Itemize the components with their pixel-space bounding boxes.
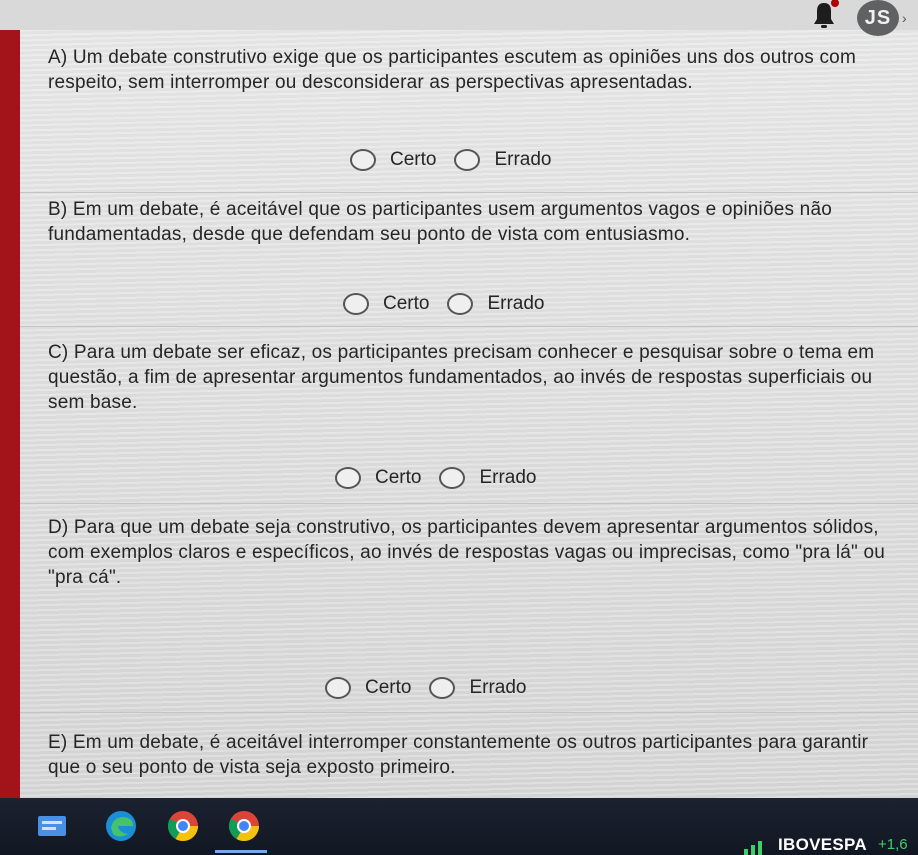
option-label: Errado (494, 149, 552, 170)
question-e-text: E) Em um debate, é aceitável interromper… (48, 732, 869, 778)
ibovespa-ticker-label[interactable]: IBOVESPA (778, 835, 867, 855)
option-label: Certo (383, 293, 430, 314)
quiz-page: JS › A) Um debate construtivo exige que … (0, 0, 918, 798)
option-label: Errado (487, 293, 545, 314)
radio-button[interactable] (350, 149, 376, 171)
question-b-option-certo[interactable]: Certo (343, 293, 429, 315)
chrome-browser-active-icon[interactable] (226, 808, 262, 844)
question-a-text: A) Um debate construtivo exige que os pa… (48, 47, 856, 93)
user-avatar[interactable]: JS (857, 0, 899, 36)
ibovespa-ticker-value: +1,6 (878, 836, 908, 853)
option-label: Certo (390, 149, 437, 170)
red-side-panel (0, 30, 20, 798)
top-bar (0, 0, 918, 30)
question-a-options: Certo Errado (350, 145, 570, 175)
question-d-option-errado[interactable]: Errado (429, 677, 527, 699)
option-label: Certo (375, 467, 422, 488)
option-label: Errado (479, 467, 537, 488)
question-c-text: C) Para um debate ser eficaz, os partici… (48, 342, 875, 413)
radio-button[interactable] (447, 293, 474, 315)
question-b-option-errado[interactable]: Errado (447, 293, 545, 315)
news-app-icon[interactable] (34, 808, 70, 844)
chrome-browser-icon[interactable] (165, 808, 201, 844)
question-c-option-certo[interactable]: Certo (335, 467, 421, 489)
option-label: Errado (469, 677, 527, 698)
option-label: Certo (365, 677, 412, 698)
radio-button[interactable] (429, 677, 456, 699)
stock-chart-icon (744, 841, 762, 855)
divider (20, 326, 918, 327)
radio-button[interactable] (439, 467, 466, 489)
radio-button[interactable] (454, 149, 481, 171)
divider (20, 712, 918, 713)
question-d-options: Certo Errado (325, 673, 545, 703)
question-b-text: B) Em um debate, é aceitável que os part… (48, 199, 832, 245)
edge-browser-icon[interactable] (103, 808, 139, 844)
active-app-indicator (215, 850, 267, 853)
question-d-text: D) Para que um debate seja construtivo, … (48, 517, 886, 588)
radio-button[interactable] (343, 293, 369, 315)
question-d-option-certo[interactable]: Certo (325, 677, 411, 699)
notification-bell-icon[interactable] (808, 0, 840, 30)
question-a-option-errado[interactable]: Errado (454, 149, 552, 171)
question-a-option-certo[interactable]: Certo (350, 149, 436, 171)
user-initials: JS (864, 6, 892, 29)
question-c-options: Certo Errado (335, 463, 555, 493)
account-menu-chevron-icon[interactable]: › (902, 10, 907, 26)
radio-button[interactable] (325, 677, 351, 699)
radio-button[interactable] (335, 467, 361, 489)
divider (20, 503, 918, 504)
question-c-option-errado[interactable]: Errado (439, 467, 537, 489)
divider (20, 192, 918, 193)
question-b-options: Certo Errado (343, 289, 563, 319)
